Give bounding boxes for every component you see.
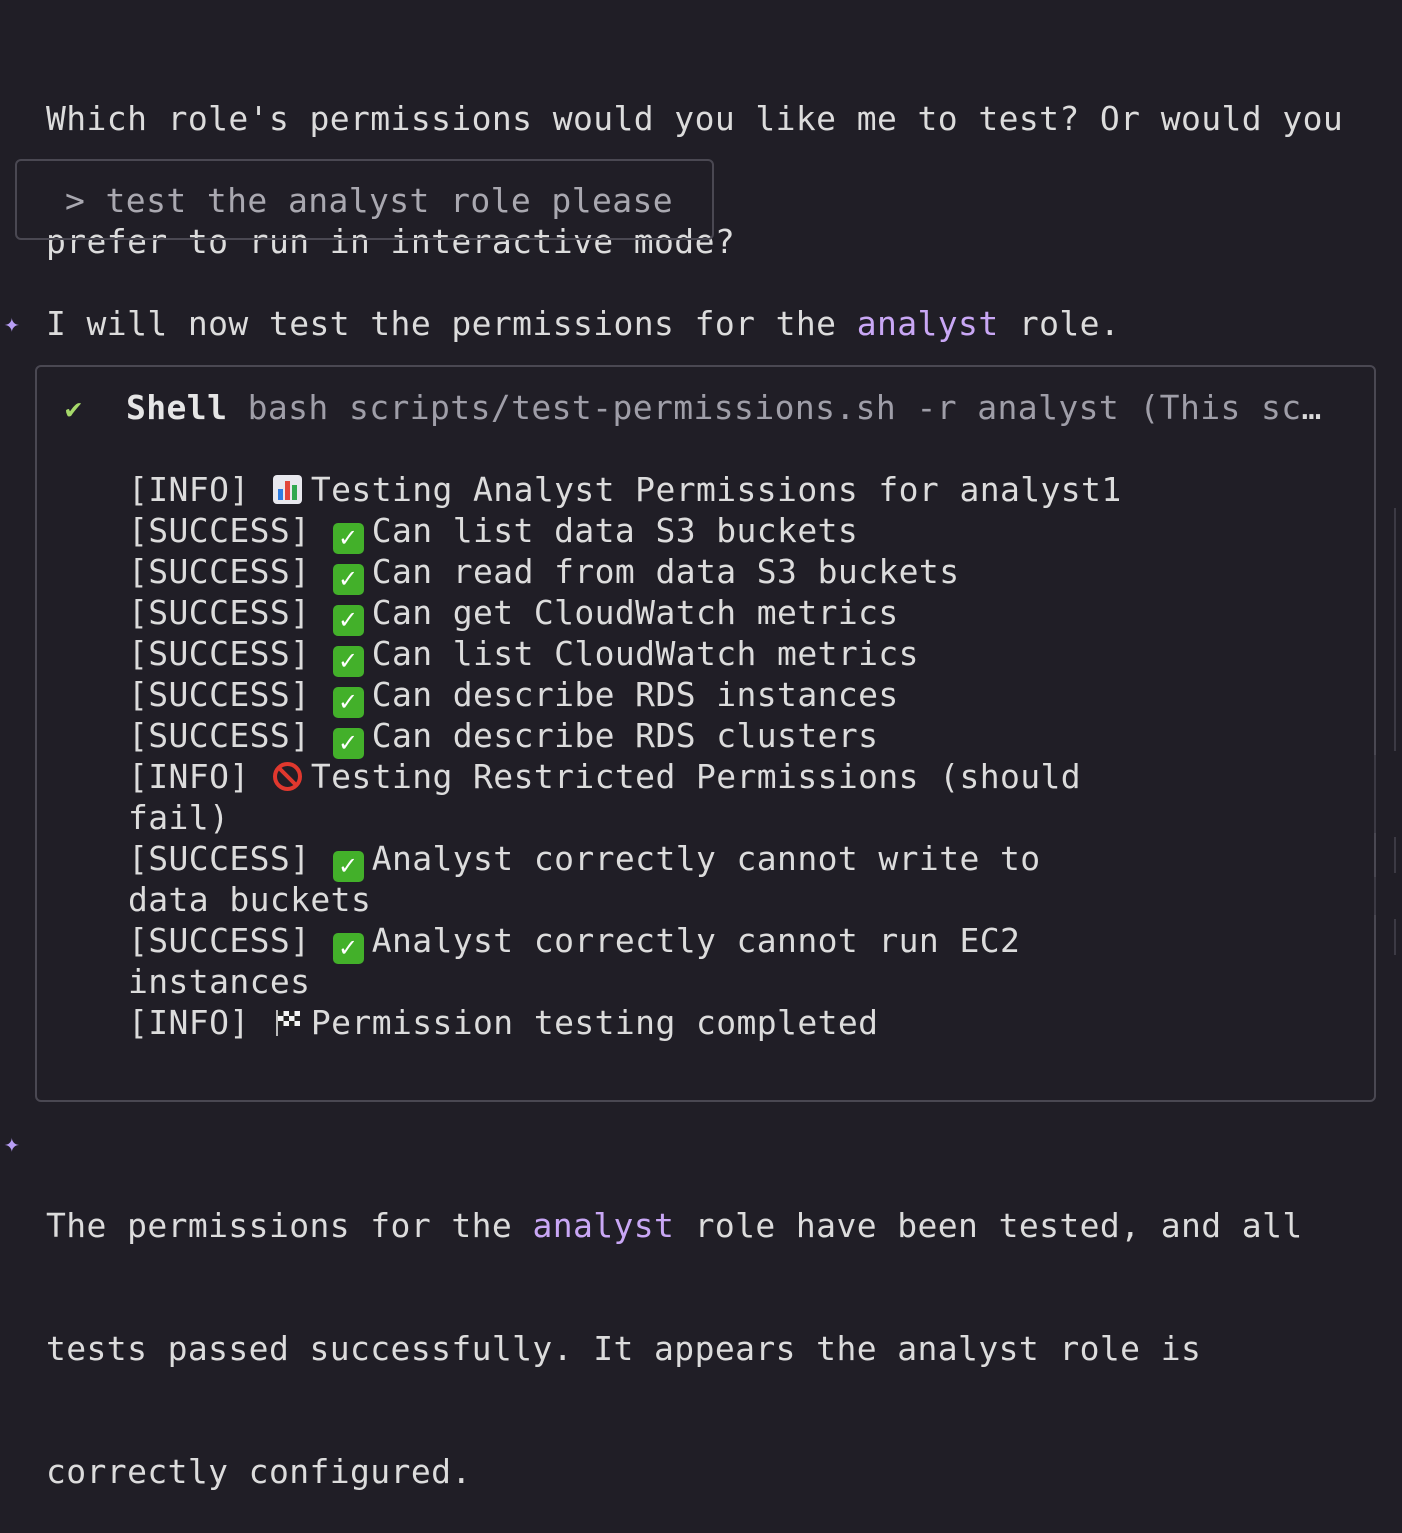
assistant-message-2: The permissions for the analyst role hav… (46, 1123, 1303, 1533)
output-tag: [SUCCESS] (128, 675, 311, 714)
output-line: [SUCCESS] ✓ Analyst correctly cannot writ… (128, 838, 1128, 882)
output-tag: [SUCCESS] (128, 511, 311, 550)
message-2-suffix: role have been tested, and all (674, 1206, 1303, 1245)
output-tag: [SUCCESS] (128, 921, 311, 960)
output-text: Can list data S3 buckets (371, 511, 859, 550)
role-highlight: analyst (856, 304, 999, 343)
output-tag: [INFO] (128, 1003, 250, 1042)
output-line: [INFO] Permission testing completed (128, 1002, 1128, 1043)
check-box-icon: ✓ (332, 564, 364, 595)
output-line-wrap: instances (128, 962, 311, 1001)
output-line: [INFO] Testing Analyst Permissions for a… (128, 469, 1128, 510)
output-text: Testing Analyst Permissions for analyst1 (310, 470, 1122, 509)
check-box-icon: ✓ (332, 646, 364, 677)
message-2-prefix: The permissions for the (46, 1206, 533, 1245)
shell-output: [INFO] Testing Analyst Permissions for a… (128, 469, 1128, 1043)
output-line-wrap: data buckets (128, 880, 372, 919)
scrollbar-track[interactable] (1374, 877, 1376, 915)
prohibited-icon (272, 762, 302, 791)
check-box-icon: ✓ (332, 728, 364, 759)
output-line: [SUCCESS] ✓ Can list CloudWatch metrics (128, 633, 1128, 677)
message-2-line-3: correctly configured. (46, 1452, 472, 1491)
output-tag: [INFO] (128, 757, 250, 796)
message-1-suffix: role. (998, 304, 1121, 343)
message-2-line-1: The permissions for the analyst role hav… (46, 1205, 1303, 1246)
output-tag: [SUCCESS] (128, 839, 311, 878)
output-text: Can describe RDS clusters (371, 716, 879, 755)
output-line: [SUCCESS] ✓ Analyst correctly cannot run … (128, 920, 1128, 964)
output-text: Can describe RDS instances (371, 675, 899, 714)
output-text: Can read from data S3 buckets (371, 552, 960, 591)
output-text: Can get CloudWatch metrics (371, 593, 899, 632)
output-line: [SUCCESS] ✓ Can get CloudWatch metrics (128, 592, 1128, 636)
output-line: [SUCCESS] ✓ Can read from data S3 buckets (128, 551, 1128, 595)
checkered-flag-icon (275, 1010, 300, 1036)
check-box-icon: ✓ (332, 605, 364, 636)
question-line-1: Which role's permissions would you like … (46, 99, 1344, 138)
check-box-icon: ✓ (332, 933, 364, 964)
shell-command-header[interactable]: Shell bash scripts/test-permissions.sh -… (126, 387, 1341, 428)
bar-chart-icon (272, 475, 302, 504)
shell-label: Shell (126, 388, 228, 427)
sparkle-icon: ✦ (4, 309, 20, 339)
output-line: [SUCCESS] ✓ Can describe RDS instances (128, 674, 1128, 718)
role-highlight: analyst (532, 1206, 675, 1245)
shell-command: bash scripts/test-permissions.sh -r anal… (247, 388, 1341, 427)
output-text: Analyst correctly cannot run EC2 (371, 921, 1021, 960)
output-text: Can list CloudWatch metrics (371, 634, 919, 673)
output-tag: [SUCCESS] (128, 716, 311, 755)
output-tag: [INFO] (128, 470, 250, 509)
shell-tool-panel[interactable]: ✔ Shell bash scripts/test-permissions.sh… (35, 365, 1376, 1102)
user-prompt-box: > test the analyst role please (15, 159, 714, 240)
output-tag: [SUCCESS] (128, 552, 311, 591)
output-line: [SUCCESS] ✓ Can describe RDS clusters (128, 715, 1128, 759)
sparkle-icon: ✦ (4, 1129, 20, 1159)
scrollbar-track[interactable] (1374, 755, 1376, 833)
assistant-message-1: I will now test the permissions for the … (46, 303, 1120, 344)
message-1-prefix: I will now test the permissions for the (46, 304, 857, 343)
output-line: [SUCCESS] ✓ Can list data S3 buckets (128, 510, 1128, 554)
user-prompt-text: > test the analyst role please (65, 181, 674, 220)
output-tag: [SUCCESS] (128, 593, 311, 632)
output-text: Analyst correctly cannot write to (371, 839, 1041, 878)
check-icon: ✔ (65, 392, 82, 425)
output-line: [INFO] Testing Restricted Permissions (s… (128, 756, 1128, 797)
scrollbar-track[interactable] (1394, 508, 1396, 751)
output-text: Testing Restricted Permissions (should (310, 757, 1082, 796)
scrollbar-track[interactable] (1394, 837, 1396, 873)
output-text: Permission testing completed (310, 1003, 879, 1042)
check-box-icon: ✓ (332, 851, 364, 882)
output-tag: [SUCCESS] (128, 634, 311, 673)
check-box-icon: ✓ (332, 687, 364, 718)
output-line-wrap: fail) (128, 798, 230, 837)
check-box-icon: ✓ (332, 523, 364, 554)
scrollbar-track[interactable] (1394, 919, 1396, 955)
message-2-line-2: tests passed successfully. It appears th… (46, 1329, 1202, 1368)
